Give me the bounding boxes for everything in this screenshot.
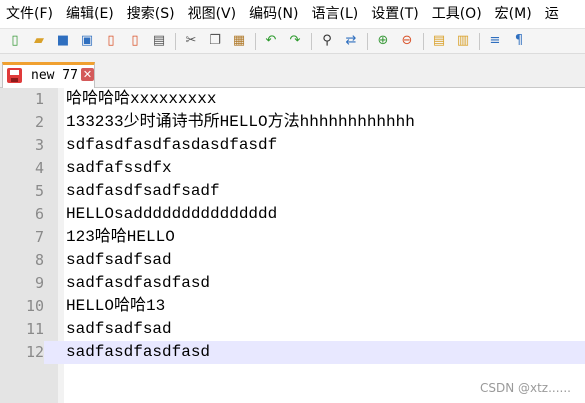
line-number: 10	[0, 295, 44, 318]
line-number: 3	[0, 134, 44, 157]
cut-icon[interactable]: ✂	[182, 32, 200, 50]
line-number: 2	[0, 111, 44, 134]
editor-current-line[interactable]: 12 sadfasdfasdfasd	[0, 341, 585, 364]
tab-label: new 77	[31, 68, 78, 83]
line-text[interactable]: HELLOsaddddddddddddddd	[66, 203, 277, 226]
editor-line[interactable]: 4 sadfafssdfx	[0, 157, 585, 180]
menu-view[interactable]: 视图(V)	[188, 0, 237, 29]
replace-icon[interactable]: ⇄	[342, 32, 360, 50]
menu-bar: 文件(F) 编辑(E) 搜索(S) 视图(V) 编码(N) 语言(L) 设置(T…	[0, 0, 585, 29]
sync-vertical-icon[interactable]: ▤	[430, 32, 448, 50]
line-number: 7	[0, 226, 44, 249]
line-number: 1	[0, 88, 44, 111]
line-text[interactable]: sadfasdfasdfasd	[66, 272, 210, 295]
toolbar-separator	[255, 33, 256, 50]
toolbar-separator	[367, 33, 368, 50]
menu-search[interactable]: 搜索(S)	[127, 0, 175, 29]
editor-line[interactable]: 5 sadfasdfsadfsadf	[0, 180, 585, 203]
editor-line[interactable]: 9 sadfasdfasdfasd	[0, 272, 585, 295]
editor-line[interactable]: 2 133233少时诵诗书所HELLO方法hhhhhhhhhhhh	[0, 111, 585, 134]
editor-line[interactable]: 3 sdfasdfasdfasdasdfasdf	[0, 134, 585, 157]
word-wrap-icon[interactable]: ≡	[486, 32, 504, 50]
show-all-chars-icon[interactable]: ¶	[510, 32, 528, 50]
save-icon[interactable]: ■	[54, 32, 72, 50]
line-text[interactable]: 哈哈哈哈xxxxxxxxx	[66, 88, 216, 111]
line-number: 5	[0, 180, 44, 203]
tab-new-77[interactable]: new 77 ✕	[2, 62, 95, 88]
find-icon[interactable]: ⚲	[318, 32, 336, 50]
line-number: 12	[0, 341, 44, 364]
line-number: 11	[0, 318, 44, 341]
menu-language[interactable]: 语言(L)	[312, 0, 359, 29]
line-text[interactable]: sadfsadfsad	[66, 249, 172, 272]
tab-close-icon[interactable]: ✕	[81, 68, 94, 81]
close-icon[interactable]: ▯	[102, 32, 120, 50]
menu-encoding[interactable]: 编码(N)	[249, 0, 298, 29]
toolbar-separator	[311, 33, 312, 50]
line-text[interactable]: 123哈哈HELLO	[66, 226, 175, 249]
close-all-icon[interactable]: ▯	[126, 32, 144, 50]
editor-line[interactable]: 1 哈哈哈哈xxxxxxxxx	[0, 88, 585, 111]
line-number: 6	[0, 203, 44, 226]
editor-line[interactable]: 10 HELLO哈哈13	[0, 295, 585, 318]
editor[interactable]: 1 哈哈哈哈xxxxxxxxx 2 133233少时诵诗书所HELLO方法hhh…	[0, 88, 585, 403]
editor-line[interactable]: 8 sadfsadfsad	[0, 249, 585, 272]
line-number: 9	[0, 272, 44, 295]
zoom-out-icon[interactable]: ⊖	[398, 32, 416, 50]
toolbar-separator	[423, 33, 424, 50]
menu-macro[interactable]: 宏(M)	[495, 0, 532, 29]
menu-settings[interactable]: 设置(T)	[371, 0, 418, 29]
watermark: CSDN @xtz......	[479, 381, 571, 395]
menu-edit[interactable]: 编辑(E)	[66, 0, 114, 29]
tab-bar: new 77 ✕	[0, 54, 585, 88]
editor-line[interactable]: 6 HELLOsaddddddddddddddd	[0, 203, 585, 226]
new-file-icon[interactable]: ▯	[6, 32, 24, 50]
editor-line[interactable]: 11 sadfsadfsad	[0, 318, 585, 341]
undo-icon[interactable]: ↶	[262, 32, 280, 50]
menu-run[interactable]: 运	[545, 0, 559, 29]
line-text[interactable]: sdfasdfasdfasdasdfasdf	[66, 134, 277, 157]
unsaved-file-icon	[7, 68, 22, 83]
line-text[interactable]: sadfasdfasdfasd	[66, 341, 210, 364]
line-text[interactable]: HELLO哈哈13	[66, 295, 165, 318]
notepad-window: 文件(F) 编辑(E) 搜索(S) 视图(V) 编码(N) 语言(L) 设置(T…	[0, 0, 585, 403]
copy-icon[interactable]: ❐	[206, 32, 224, 50]
toolbar: ▯ ▰ ■ ▣ ▯ ▯ ▤ ✂ ❐ ▦ ↶ ↷ ⚲ ⇄ ⊕ ⊖ ▤ ▥ ≡ ¶	[0, 29, 585, 54]
menu-file[interactable]: 文件(F)	[6, 0, 53, 29]
save-all-icon[interactable]: ▣	[78, 32, 96, 50]
line-text[interactable]: sadfsadfsad	[66, 318, 172, 341]
toolbar-separator	[479, 33, 480, 50]
toolbar-separator	[175, 33, 176, 50]
line-text[interactable]: 133233少时诵诗书所HELLO方法hhhhhhhhhhhh	[66, 111, 415, 134]
editor-line[interactable]: 7 123哈哈HELLO	[0, 226, 585, 249]
line-number: 8	[0, 249, 44, 272]
sync-horizontal-icon[interactable]: ▥	[454, 32, 472, 50]
line-text[interactable]: sadfasdfsadfsadf	[66, 180, 220, 203]
line-number: 4	[0, 157, 44, 180]
zoom-in-icon[interactable]: ⊕	[374, 32, 392, 50]
paste-icon[interactable]: ▦	[230, 32, 248, 50]
redo-icon[interactable]: ↷	[286, 32, 304, 50]
menu-tools[interactable]: 工具(O)	[432, 0, 482, 29]
open-file-icon[interactable]: ▰	[30, 32, 48, 50]
print-icon[interactable]: ▤	[150, 32, 168, 50]
line-text[interactable]: sadfafssdfx	[66, 157, 172, 180]
